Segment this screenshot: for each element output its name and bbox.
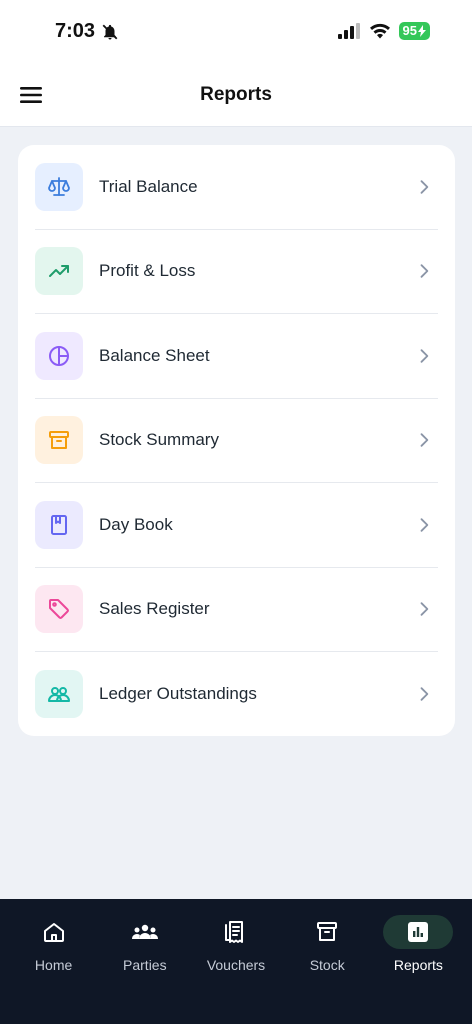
- report-label: Trial Balance: [99, 176, 198, 196]
- archive-box-icon: [49, 431, 69, 450]
- report-item-trial-balance[interactable]: Trial Balance: [35, 145, 438, 230]
- report-icon-container: [35, 500, 83, 549]
- chevron-right-icon: [420, 349, 429, 363]
- nav-icon-wrap: [110, 915, 180, 949]
- nav-label: Home: [34, 957, 73, 973]
- archive-icon: [317, 922, 338, 941]
- nav-item-reports[interactable]: Reports: [373, 899, 464, 1024]
- receipt-icon: [225, 921, 243, 943]
- home-icon: [43, 923, 64, 942]
- nav-icon-wrap: [19, 915, 89, 949]
- tag-icon: [49, 599, 69, 620]
- report-label: Ledger Outstandings: [99, 684, 257, 704]
- trending-up-icon: [49, 265, 69, 278]
- report-item-ledger-outstandings[interactable]: Ledger Outstandings: [35, 652, 438, 737]
- nav-label: Vouchers: [206, 957, 266, 973]
- chevron-right-icon: [420, 518, 429, 532]
- report-icon-container: [35, 162, 83, 211]
- bell-slash-icon: [102, 24, 118, 39]
- report-label: Sales Register: [99, 599, 210, 619]
- report-item-balance-sheet[interactable]: Balance Sheet: [35, 314, 438, 399]
- page-title: Reports: [200, 84, 272, 105]
- wifi-icon: [369, 23, 390, 39]
- bar-chart-icon: [408, 922, 429, 942]
- nav-item-vouchers[interactable]: Vouchers: [190, 899, 281, 1024]
- nav-icon-wrap: [201, 915, 271, 949]
- book-icon: [51, 514, 67, 535]
- nav-icon-wrap-active: [383, 915, 454, 949]
- report-label: Profit & Loss: [99, 261, 196, 281]
- nav-label: Parties: [123, 957, 167, 973]
- chevron-right-icon: [420, 264, 429, 278]
- report-label: Stock Summary: [99, 430, 219, 450]
- scale-icon: [48, 176, 70, 196]
- chevron-right-icon: [420, 687, 429, 701]
- report-icon-container: [35, 585, 83, 634]
- report-icon-container: [35, 331, 83, 380]
- chevron-right-icon: [420, 180, 429, 194]
- status-time-group: 7:03: [55, 20, 119, 43]
- users-icon: [48, 687, 70, 703]
- report-icon-container: [35, 416, 83, 465]
- chevron-right-icon: [420, 602, 429, 616]
- nav-item-home[interactable]: Home: [8, 899, 99, 1024]
- report-item-profit-loss[interactable]: Profit & Loss: [35, 230, 438, 314]
- status-bar: 7:03 95: [0, 0, 472, 64]
- report-icon-container: [35, 670, 83, 719]
- nav-label: Reports: [393, 957, 443, 973]
- chevron-right-icon: [420, 433, 429, 447]
- nav-icon-wrap: [292, 915, 362, 949]
- battery-level: 95: [402, 23, 417, 38]
- report-item-day-book[interactable]: Day Book: [35, 483, 438, 568]
- nav-item-stock[interactable]: Stock: [282, 899, 373, 1024]
- report-icon-container: [35, 247, 83, 296]
- parties-icon: [131, 924, 158, 939]
- reports-list: Trial Balance Profit & Loss Balance Shee…: [18, 145, 455, 736]
- battery-indicator: 95: [398, 22, 430, 40]
- bottom-navigation: Home Parties Vouchers Stock Reports: [0, 899, 472, 1024]
- charging-bolt-icon: [418, 25, 426, 37]
- report-item-sales-register[interactable]: Sales Register: [35, 568, 438, 652]
- nav-item-parties[interactable]: Parties: [99, 899, 190, 1024]
- report-label: Balance Sheet: [99, 345, 210, 365]
- pie-chart-icon: [49, 345, 69, 366]
- report-item-stock-summary[interactable]: Stock Summary: [35, 399, 438, 483]
- signal-icon: [337, 23, 360, 39]
- report-label: Day Book: [99, 514, 173, 534]
- nav-label: Stock: [309, 957, 345, 973]
- status-time: 7:03: [55, 20, 96, 42]
- status-indicators: 95: [337, 22, 430, 40]
- app-header: Reports: [0, 64, 472, 127]
